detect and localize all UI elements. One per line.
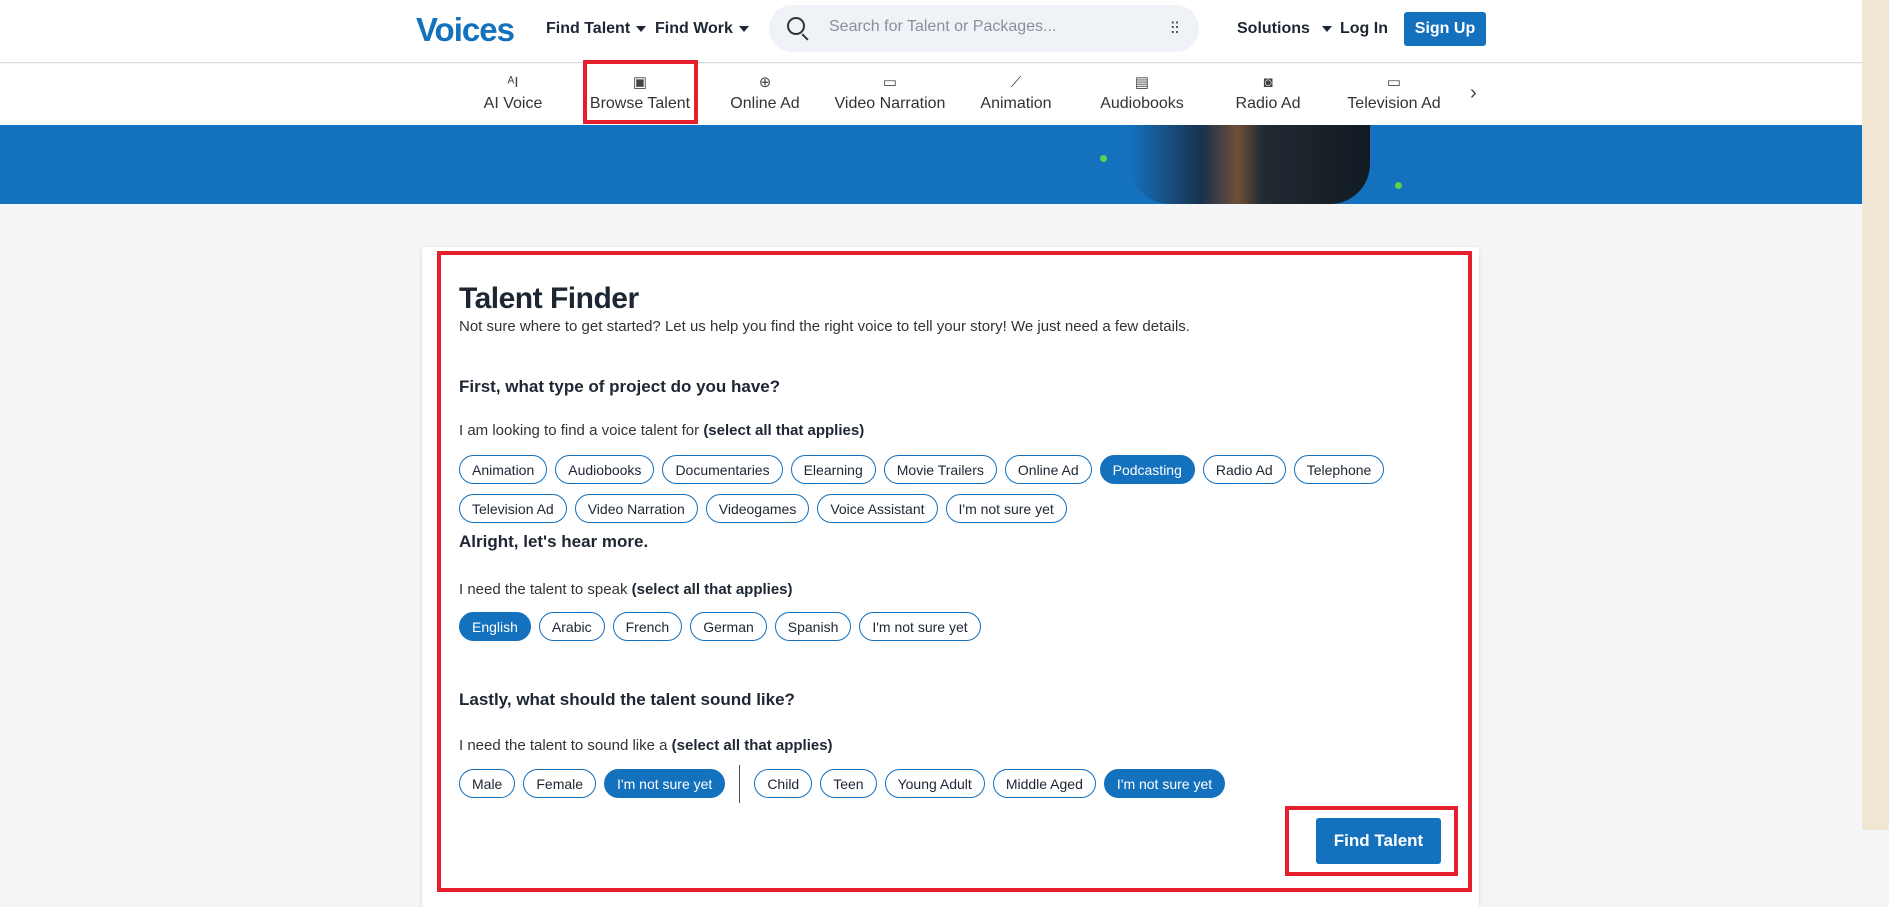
- language-chip[interactable]: German: [690, 612, 767, 641]
- globe-icon: ⊕: [758, 74, 772, 91]
- category-label: Video Narration: [834, 95, 946, 112]
- gender-chip[interactable]: Male: [459, 769, 516, 798]
- voice-actor-image: [1130, 125, 1370, 204]
- language-chip[interactable]: French: [612, 612, 683, 641]
- category-label: Animation: [980, 95, 1052, 112]
- language-chip[interactable]: I'm not sure yet: [859, 612, 981, 641]
- find-talent-menu[interactable]: Find Talent: [546, 20, 647, 38]
- solutions-menu[interactable]: Solutions: [1237, 20, 1332, 38]
- language-chips: English Arabic French German Spanish I'm not …: [459, 612, 1459, 641]
- category-animation[interactable]: ⟋ Animation: [946, 73, 1086, 113]
- find-work-label: Find Work: [655, 20, 733, 37]
- age-chip[interactable]: Teen: [820, 769, 877, 798]
- caret-down-icon: [738, 26, 749, 32]
- chevron-right-icon[interactable]: ›: [1470, 82, 1477, 105]
- select-all-note: (select all that applies): [631, 581, 793, 598]
- magic-wand-icon: ⟋: [1010, 74, 1022, 91]
- caret-down-icon: [1321, 26, 1332, 32]
- project-chip[interactable]: Documentaries: [662, 455, 783, 484]
- language-chip[interactable]: Arabic: [538, 612, 605, 641]
- category-label: Audiobooks: [1100, 95, 1184, 112]
- age-chip[interactable]: I'm not sure yet: [1103, 769, 1226, 798]
- age-chip[interactable]: Young Adult: [884, 769, 985, 798]
- project-chip[interactable]: Voice Assistant: [817, 494, 938, 523]
- sound-label-text: I need the talent to sound like a: [459, 737, 672, 754]
- category-television-ad[interactable]: ▭ Television Ad: [1324, 73, 1464, 113]
- project-label: I am looking to find a voice talent for …: [459, 422, 864, 439]
- voices-logo[interactable]: Voices: [416, 11, 515, 49]
- search-icon[interactable]: [787, 17, 805, 35]
- search-bar: ⫶⫶: [769, 5, 1199, 52]
- category-label: Television Ad: [1347, 95, 1441, 112]
- radio-icon: ◙: [1263, 74, 1273, 91]
- language-chip[interactable]: Spanish: [774, 612, 852, 641]
- sound-label: I need the talent to sound like a (selec…: [459, 737, 833, 754]
- project-chip[interactable]: Television Ad: [459, 494, 567, 523]
- category-video-narration[interactable]: ▭ Video Narration: [820, 73, 960, 113]
- category-audiobooks[interactable]: ▤ Audiobooks: [1072, 73, 1212, 113]
- sound-question: Lastly, what should the talent sound lik…: [459, 690, 795, 709]
- project-chip[interactable]: Online Ad: [1004, 455, 1092, 484]
- select-all-note: (select all that applies): [703, 422, 865, 439]
- project-chip[interactable]: Audiobooks: [555, 455, 655, 484]
- category-label: Online Ad: [730, 95, 800, 112]
- gender-chip[interactable]: Female: [523, 769, 597, 798]
- find-work-menu[interactable]: Find Work: [655, 20, 749, 38]
- solutions-label: Solutions: [1237, 20, 1310, 37]
- project-chip[interactable]: Podcasting: [1099, 455, 1195, 484]
- caret-down-icon: [636, 26, 647, 32]
- sign-up-button[interactable]: Sign Up: [1404, 12, 1486, 46]
- project-chip[interactable]: Elearning: [790, 455, 876, 484]
- hero-banner: [0, 125, 1862, 204]
- age-chip[interactable]: Middle Aged: [992, 769, 1096, 798]
- language-chip[interactable]: English: [459, 612, 531, 641]
- category-online-ad[interactable]: ⊕ Online Ad: [695, 73, 835, 113]
- project-chip[interactable]: Movie Trailers: [883, 455, 997, 484]
- project-question: First, what type of project do you have?: [459, 377, 781, 396]
- search-input[interactable]: [829, 18, 1129, 36]
- login-link[interactable]: Log In: [1340, 20, 1388, 38]
- category-nav: ᴬI AI Voice ▣ Browse Talent ⊕ Online Ad ▭ Video…: [0, 64, 1862, 125]
- sound-chips: Male Female I'm not sure yet Child Teen Young…: [459, 765, 1459, 803]
- age-chip[interactable]: Child: [754, 769, 813, 798]
- project-chip[interactable]: Video Narration: [574, 494, 698, 523]
- project-type-chips: Animation Audiobooks Documentaries Elearnin…: [459, 455, 1459, 523]
- talent-finder-subtitle: Not sure where to get started? Let us he…: [459, 318, 1190, 335]
- ai-icon: ᴬI: [507, 74, 519, 91]
- tv-icon: ▭: [1386, 74, 1402, 91]
- chip-group-divider: [739, 765, 741, 803]
- category-ai-voice[interactable]: ᴬI AI Voice: [443, 73, 583, 113]
- browse-talent-highlight: [583, 60, 698, 124]
- category-label: Radio Ad: [1235, 95, 1301, 112]
- project-chip[interactable]: Radio Ad: [1202, 455, 1286, 484]
- filter-sliders-icon[interactable]: ⫶⫶: [1171, 19, 1180, 39]
- language-question: Alright, let's hear more.: [459, 532, 649, 551]
- project-chip[interactable]: Telephone: [1293, 455, 1385, 484]
- project-chip[interactable]: Videogames: [705, 494, 810, 523]
- category-radio-ad[interactable]: ◙ Radio Ad: [1198, 73, 1338, 113]
- project-chip[interactable]: I'm not sure yet: [945, 494, 1067, 523]
- find-talent-highlight: [1285, 806, 1458, 876]
- project-label-text: I am looking to find a voice talent for: [459, 422, 704, 439]
- gender-chip[interactable]: I'm not sure yet: [604, 769, 726, 798]
- find-talent-label: Find Talent: [546, 20, 631, 37]
- video-camera-icon: ▭: [882, 74, 898, 91]
- select-all-note: (select all that applies): [671, 737, 833, 754]
- page-edge: [1862, 0, 1889, 830]
- top-header: Voices Find Talent Find Work ⫶⫶ Solution…: [0, 0, 1862, 63]
- language-label-text: I need the talent to speak: [459, 581, 632, 598]
- project-chip[interactable]: Animation: [459, 455, 548, 484]
- language-label: I need the talent to speak (select all t…: [459, 581, 793, 598]
- category-label: AI Voice: [483, 95, 543, 112]
- book-icon: ▤: [1134, 74, 1150, 91]
- talent-finder-title: Talent Finder: [459, 282, 639, 315]
